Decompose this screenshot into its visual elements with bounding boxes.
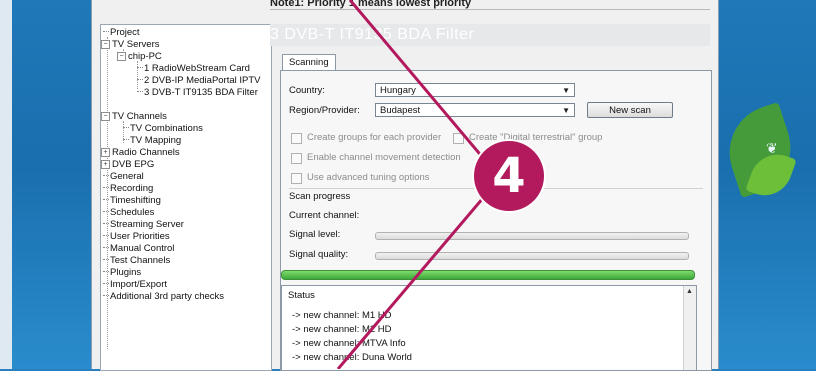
- callout-line: [336, 177, 502, 369]
- callout-line: [348, 0, 502, 179]
- callout-lines: [336, 0, 502, 369]
- step-number-badge: 4: [474, 141, 544, 211]
